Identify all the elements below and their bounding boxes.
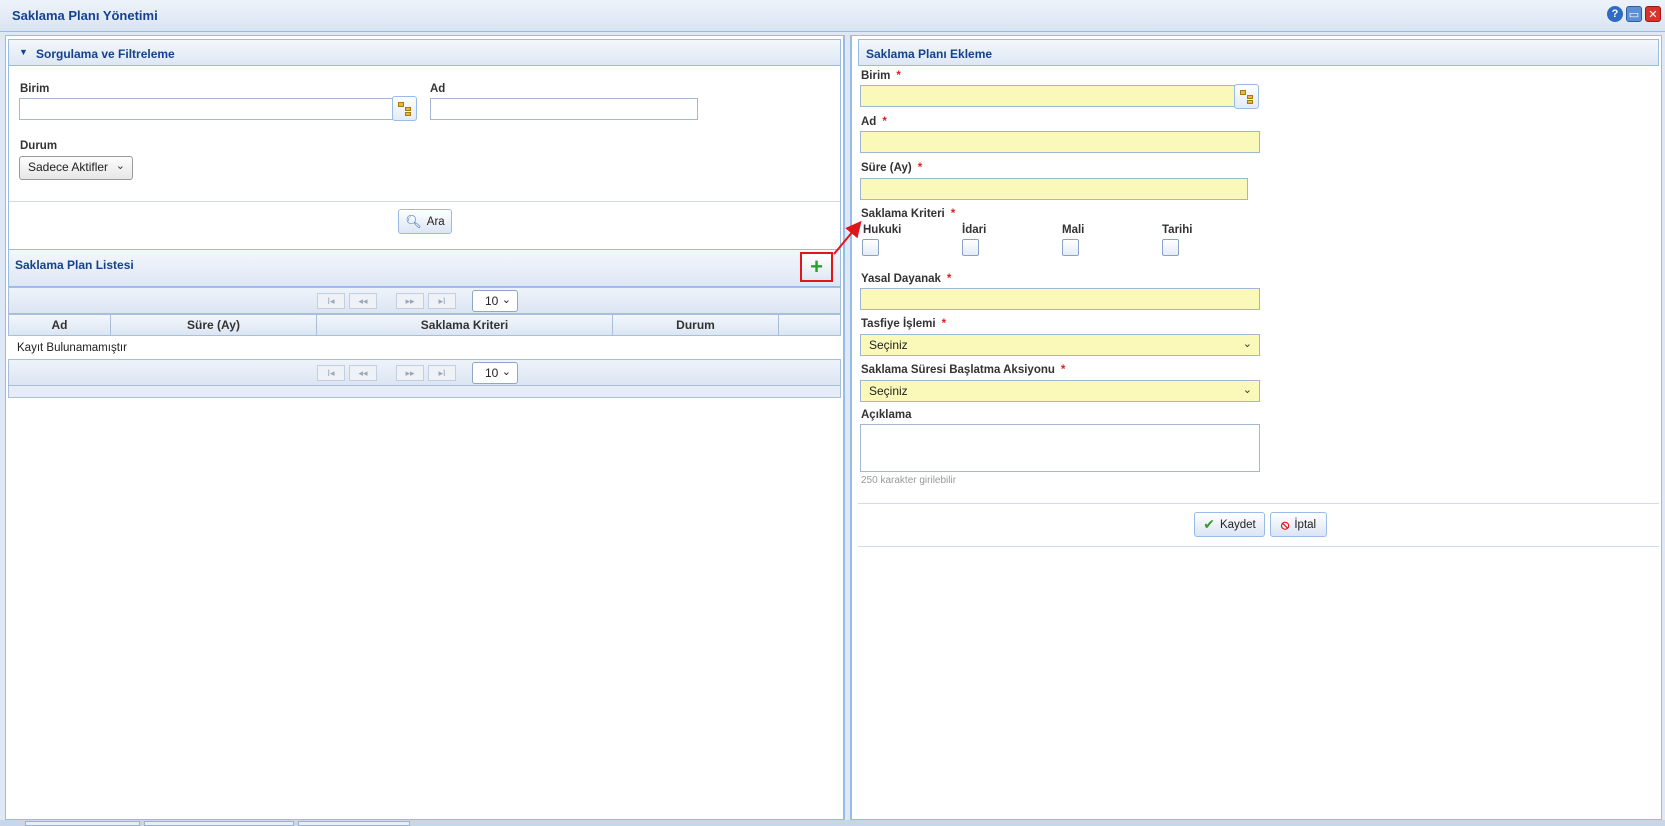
next-page-button[interactable]: ▸▸ xyxy=(396,365,424,381)
filter-durum-select[interactable]: Sadece Aktifler ⌄ xyxy=(19,156,133,180)
page-size-value: 10 xyxy=(485,366,499,380)
tree-icon xyxy=(1239,89,1254,104)
filter-divider xyxy=(9,201,840,202)
column-header-ad[interactable]: Ad xyxy=(9,315,111,335)
form-divider xyxy=(858,503,1659,504)
save-button-label: Kaydet xyxy=(1219,518,1256,531)
cancel-button[interactable]: ⦸ İptal xyxy=(1270,512,1327,537)
form-sure-label: Süre (Ay) * xyxy=(861,162,923,174)
last-page-button[interactable]: ▸I xyxy=(428,293,456,309)
save-button[interactable]: ✔ Kaydet xyxy=(1194,512,1265,537)
grid-header: Ad Süre (Ay) Saklama Kriteri Durum xyxy=(8,314,841,336)
page-size-value: 10 xyxy=(485,294,499,308)
window-titlebar: Saklama Planı Yönetimi ? ▭ ✕ xyxy=(0,0,1665,32)
form-yasal-label: Yasal Dayanak * xyxy=(861,273,952,285)
add-plan-button[interactable]: + xyxy=(800,252,833,282)
form-yasal-input[interactable] xyxy=(860,288,1260,310)
form-tasfiye-select[interactable]: Seçiniz ⌄ xyxy=(860,334,1260,356)
help-icon[interactable]: ? xyxy=(1607,6,1623,22)
taskbar-tab[interactable] xyxy=(144,821,294,826)
grid-pager-bottom: I◂ ◂◂ ▸▸ ▸I 10 ⌄ xyxy=(8,359,841,386)
filter-panel-header[interactable]: ▼ Sorgulama ve Filtreleme xyxy=(8,39,841,66)
kriter-label-tarihi: Tarihi xyxy=(1162,224,1193,236)
window-title: Saklama Planı Yönetimi xyxy=(12,8,158,23)
filter-durum-label: Durum xyxy=(20,140,58,152)
chevron-down-icon: ⌄ xyxy=(501,366,511,378)
cancel-button-label: İptal xyxy=(1294,518,1317,531)
check-icon: ✔ xyxy=(1203,516,1215,532)
plus-icon: + xyxy=(810,254,823,279)
form-ad-input[interactable] xyxy=(860,131,1260,153)
filter-ad-label: Ad xyxy=(430,83,446,95)
collapse-arrow-icon[interactable]: ▼ xyxy=(19,47,28,57)
form-bottom-divider xyxy=(858,546,1659,547)
form-sure-input[interactable] xyxy=(860,178,1248,200)
filter-ad-input[interactable] xyxy=(430,98,698,120)
form-tasfiye-label: Tasfiye İşlemi * xyxy=(861,318,947,330)
prev-page-button[interactable]: ◂◂ xyxy=(349,293,377,309)
form-ad-label: Ad * xyxy=(861,116,887,128)
grid-empty-message: Kayıt Bulunamamıştır xyxy=(17,342,127,354)
filter-panel-title: Sorgulama ve Filtreleme xyxy=(36,47,175,61)
kriter-checkbox-idari[interactable] xyxy=(962,239,979,256)
grid-footer xyxy=(8,386,841,398)
kriter-label-mali: Mali xyxy=(1062,224,1085,236)
first-page-button[interactable]: I◂ xyxy=(317,365,345,381)
cancel-icon: ⦸ xyxy=(1280,516,1290,532)
list-panel-header: Saklama Plan Listesi xyxy=(8,249,841,287)
list-panel-title: Saklama Plan Listesi xyxy=(15,258,134,272)
chevron-down-icon: ⌄ xyxy=(1242,338,1252,350)
column-header-kriter[interactable]: Saklama Kriteri xyxy=(317,315,613,335)
kriter-checkbox-hukuki[interactable] xyxy=(862,239,879,256)
kriter-label-hukuki: Hukuki xyxy=(863,224,902,236)
right-pane: Saklama Planı Ekleme Birim * Ad * Süre (Ay… xyxy=(851,35,1662,820)
kriter-checkbox-mali[interactable] xyxy=(1062,239,1079,256)
column-header-durum[interactable]: Durum xyxy=(613,315,779,335)
filter-birim-picker-button[interactable] xyxy=(392,96,417,121)
kriter-label-idari: İdari xyxy=(962,224,987,236)
kriter-checkbox-tarihi[interactable] xyxy=(1162,239,1179,256)
form-panel-title: Saklama Planı Ekleme xyxy=(866,47,993,61)
left-pane: ▼ Sorgulama ve Filtreleme Birim Ad Durum… xyxy=(5,35,844,820)
form-aciklama-label: Açıklama xyxy=(861,409,912,421)
form-baslatma-value: Seçiniz xyxy=(869,384,908,398)
form-panel-header: Saklama Planı Ekleme xyxy=(858,39,1659,66)
taskbar-tab[interactable] xyxy=(25,821,140,826)
column-header-sure[interactable]: Süre (Ay) xyxy=(111,315,317,335)
filter-durum-value: Sadece Aktifler xyxy=(28,160,109,174)
form-tasfiye-value: Seçiniz xyxy=(869,338,908,352)
taskbar-strip xyxy=(0,820,1665,826)
form-birim-picker-button[interactable] xyxy=(1234,84,1259,109)
pane-splitter[interactable] xyxy=(844,35,851,820)
form-baslatma-select[interactable]: Seçiniz ⌄ xyxy=(860,380,1260,402)
search-icon: 🔍︎ xyxy=(405,213,422,229)
next-page-button[interactable]: ▸▸ xyxy=(396,293,424,309)
chevron-down-icon: ⌄ xyxy=(501,294,511,306)
page-size-select[interactable]: 10 ⌄ xyxy=(472,290,518,312)
chevron-down-icon: ⌄ xyxy=(115,160,125,172)
first-page-button[interactable]: I◂ xyxy=(317,293,345,309)
window-icon[interactable]: ▭ xyxy=(1626,6,1642,22)
form-kriter-label: Saklama Kriteri * xyxy=(861,208,956,220)
form-aciklama-hint: 250 karakter girilebilir xyxy=(861,475,957,486)
form-baslatma-label: Saklama Süresi Başlatma Aksiyonu * xyxy=(861,364,1066,376)
filter-birim-input[interactable] xyxy=(19,98,401,120)
tree-icon xyxy=(397,101,412,116)
page-size-select[interactable]: 10 ⌄ xyxy=(472,362,518,384)
form-aciklama-textarea[interactable] xyxy=(860,424,1260,472)
chevron-down-icon: ⌄ xyxy=(1242,384,1252,396)
last-page-button[interactable]: ▸I xyxy=(428,365,456,381)
taskbar-tab[interactable] xyxy=(298,821,410,826)
search-button[interactable]: 🔍︎ Ara xyxy=(398,209,452,234)
search-button-label: Ara xyxy=(426,215,445,228)
grid-pager-top: I◂ ◂◂ ▸▸ ▸I 10 ⌄ xyxy=(8,287,841,314)
form-birim-input[interactable] xyxy=(860,85,1235,107)
prev-page-button[interactable]: ◂◂ xyxy=(349,365,377,381)
filter-birim-label: Birim xyxy=(20,83,50,95)
close-icon[interactable]: ✕ xyxy=(1645,6,1661,22)
form-birim-label: Birim * xyxy=(861,70,901,82)
